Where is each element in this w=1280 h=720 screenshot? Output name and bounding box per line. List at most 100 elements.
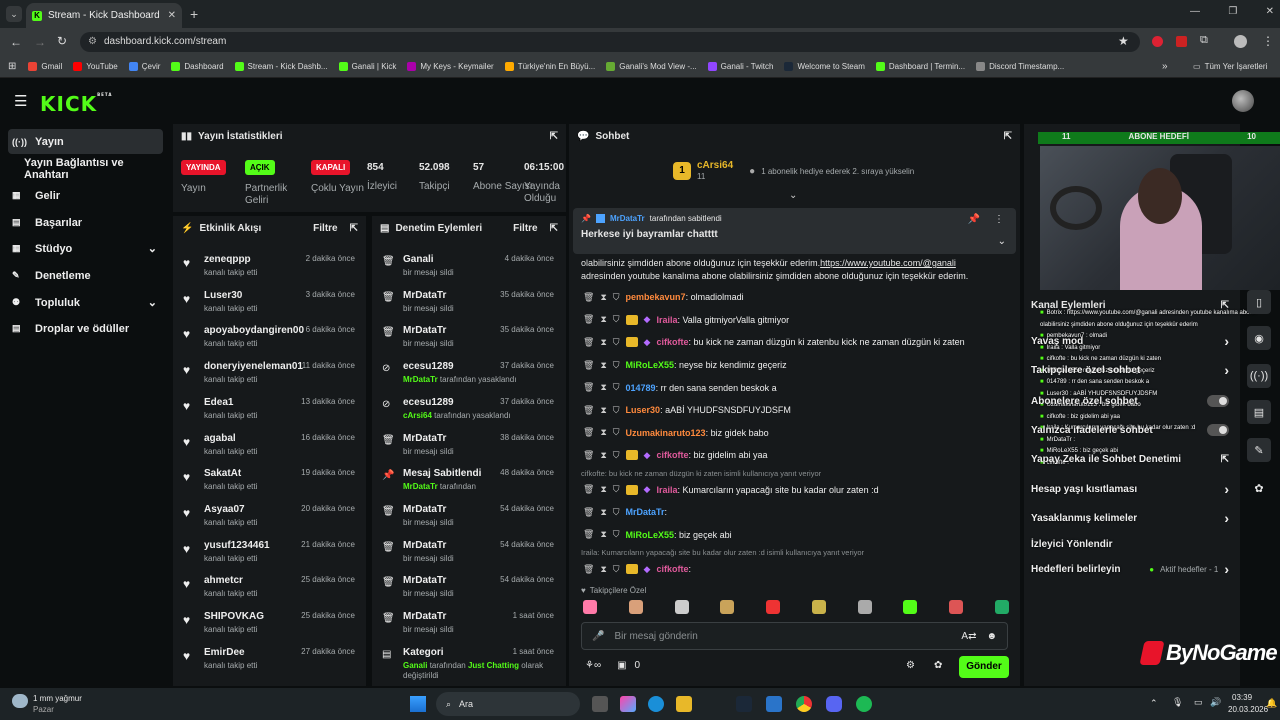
emote-icon[interactable] <box>766 600 781 614</box>
edge-icon[interactable] <box>648 696 664 712</box>
spotify-icon[interactable] <box>856 696 872 712</box>
ban-shield-icon[interactable]: ⛉ <box>613 314 620 325</box>
kick-logo[interactable]: KICKBETA <box>40 92 112 116</box>
timeout-icon[interactable]: ⧗ <box>600 360 606 371</box>
chrome-icon[interactable] <box>796 696 812 712</box>
chat-username[interactable]: Uzumakinaruto123 <box>626 428 706 438</box>
chat-username[interactable]: Iraila <box>656 485 677 495</box>
event-username[interactable]: agabal <box>204 433 236 444</box>
browser-tab[interactable]: K Stream - Kick Dashboard ✕ <box>26 3 182 28</box>
bookmark-item[interactable]: Discord Timestamp... <box>976 62 1064 71</box>
clock-date[interactable]: 20.03.2026 <box>1228 705 1268 714</box>
timeout-icon[interactable]: ⧗ <box>600 337 606 348</box>
channel-action[interactable]: İzleyici Yönlendir <box>1031 535 1229 553</box>
event-username[interactable]: Edea1 <box>204 397 233 408</box>
steam-icon[interactable] <box>736 696 752 712</box>
chat-input[interactable]: 🎤 Bir mesaj gönderin A⇄ ☻ <box>581 622 1008 650</box>
youtube-link[interactable]: https://www.youtube.com/@ganali <box>820 258 956 268</box>
chevron-down-icon[interactable]: ⌄ <box>789 190 797 201</box>
settings-icon[interactable]: ⚙ <box>906 660 915 671</box>
layout-icon[interactable]: ▤ <box>1247 400 1271 424</box>
chat-username[interactable]: Luser30 <box>626 405 661 415</box>
event-username[interactable]: yusuf1234461 <box>204 540 270 551</box>
new-tab-icon[interactable]: + <box>190 6 198 22</box>
delete-message-icon[interactable]: 🗑 <box>583 529 594 540</box>
delete-message-icon[interactable]: 🗑 <box>583 427 594 438</box>
sidebar-item[interactable]: ⚉ Topluluk ⌄ <box>8 290 163 315</box>
moderation-actor[interactable]: MrDataTr <box>403 611 446 622</box>
kicks-icon[interactable]: ⚘∞ <box>585 660 601 671</box>
expand-icon[interactable]: ⌄ <box>998 236 1006 247</box>
event-username[interactable]: zeneqppp <box>204 254 251 265</box>
moderation-actor[interactable]: MrDataTr <box>403 504 446 515</box>
emote-icon[interactable] <box>583 600 597 614</box>
event-username[interactable]: ahmetcr <box>204 575 243 586</box>
emote-icon[interactable] <box>720 600 735 614</box>
delete-message-icon[interactable]: 🗑 <box>583 564 594 575</box>
mic-icon[interactable]: 🎤 <box>592 631 604 642</box>
channel-action[interactable]: Yapay Zeka ile Sohbet Denetimi ⇱ <box>1031 450 1229 468</box>
timeout-icon[interactable]: ⧗ <box>600 529 606 540</box>
bookmark-item[interactable]: Stream - Kick Dashb... <box>234 62 328 71</box>
emote-icon[interactable] <box>674 600 689 614</box>
delete-message-icon[interactable]: 🗑 <box>583 314 594 325</box>
sidebar-item[interactable]: ▤ Başarılar <box>8 210 163 235</box>
ban-shield-icon[interactable]: ⛉ <box>613 360 620 371</box>
bookmark-item[interactable]: Dashboard | Termin... <box>875 62 965 71</box>
delete-message-icon[interactable]: 🗑 <box>583 507 594 518</box>
moderation-filter-button[interactable]: Filtre <box>513 223 537 234</box>
explorer-icon[interactable] <box>676 696 692 712</box>
ban-shield-icon[interactable]: ⛉ <box>613 484 620 495</box>
sidebar-item[interactable]: ▦ Stüdyo ⌄ <box>8 236 163 261</box>
tray-chevron-icon[interactable]: ⌃ <box>1150 698 1158 709</box>
stream-settings-icon[interactable]: ▯ <box>1247 290 1271 314</box>
volume-icon[interactable]: 🔊 <box>1210 697 1221 708</box>
puzzle-icon[interactable]: ⧉ <box>1200 34 1208 47</box>
emote-icon[interactable] <box>811 600 826 614</box>
moderation-actor[interactable]: MrDataTr <box>403 575 446 586</box>
chat-username[interactable]: pembekavun7 <box>626 292 686 302</box>
moderation-actor[interactable]: MrDataTr <box>403 325 446 336</box>
discord-icon[interactable] <box>826 696 842 712</box>
profile-avatar[interactable] <box>1234 35 1247 48</box>
notification-icon[interactable]: 🔔 <box>1266 698 1277 709</box>
weather-icon[interactable] <box>12 694 28 708</box>
event-username[interactable]: Asyaa07 <box>204 504 245 515</box>
extension-icon[interactable] <box>1176 36 1187 47</box>
moderation-actor[interactable]: Ganali <box>403 254 434 265</box>
user-avatar[interactable] <box>1232 90 1254 112</box>
ban-shield-icon[interactable]: ⛉ <box>613 292 620 303</box>
timeout-icon[interactable]: ⧗ <box>600 507 606 518</box>
ban-shield-icon[interactable]: ⛉ <box>613 405 620 416</box>
emoji-icon[interactable]: ☻ <box>986 631 997 642</box>
channel-action[interactable]: Takipçilere özel sohbet › <box>1031 361 1229 379</box>
moderation-actor[interactable]: MrDataTr <box>403 290 446 301</box>
unpin-icon[interactable]: 📌 <box>968 214 980 225</box>
delete-message-icon[interactable]: 🗑 <box>583 484 594 495</box>
timeout-icon[interactable]: ⧗ <box>600 564 606 575</box>
moderation-actor[interactable]: Mesaj Sabitlendi <box>403 468 481 479</box>
emote-picker-icon[interactable]: ✿ <box>934 660 942 671</box>
chat-username[interactable]: cifkofte <box>656 450 688 460</box>
back-icon[interactable]: ← <box>10 35 22 49</box>
apps-icon[interactable]: ⊞ <box>8 61 16 72</box>
wrench-icon[interactable]: ✎ <box>1247 438 1271 462</box>
send-button[interactable]: Gönder <box>959 656 1009 678</box>
menu-icon[interactable]: ☰ <box>14 92 27 110</box>
popout-icon[interactable]: ⇱ <box>550 131 558 142</box>
delete-message-icon[interactable]: 🗑 <box>583 382 594 393</box>
channel-action[interactable]: Yasaklanmış kelimeler › <box>1031 509 1229 527</box>
moderation-actor[interactable]: MrDataTr <box>403 540 446 551</box>
bookmark-item[interactable]: YouTube <box>73 62 118 71</box>
network-icon[interactable]: ▭ <box>1194 697 1203 708</box>
event-username[interactable]: EmirDee <box>204 647 245 658</box>
toggle-switch[interactable] <box>1207 395 1229 407</box>
moderation-actor[interactable]: ecesu1289 <box>403 361 454 372</box>
bookmark-item[interactable]: Gmail <box>28 62 62 71</box>
bookmark-item[interactable]: My Keys - Keymailer <box>407 62 494 71</box>
chat-username[interactable]: 014789 <box>626 383 656 393</box>
sidebar-item[interactable]: Yayın Bağlantısı ve Anahtarı <box>8 156 163 181</box>
activity-filter-button[interactable]: Filtre <box>313 223 337 234</box>
ban-shield-icon[interactable]: ⛉ <box>613 337 620 348</box>
chat-username[interactable]: cifkofte <box>656 564 688 574</box>
